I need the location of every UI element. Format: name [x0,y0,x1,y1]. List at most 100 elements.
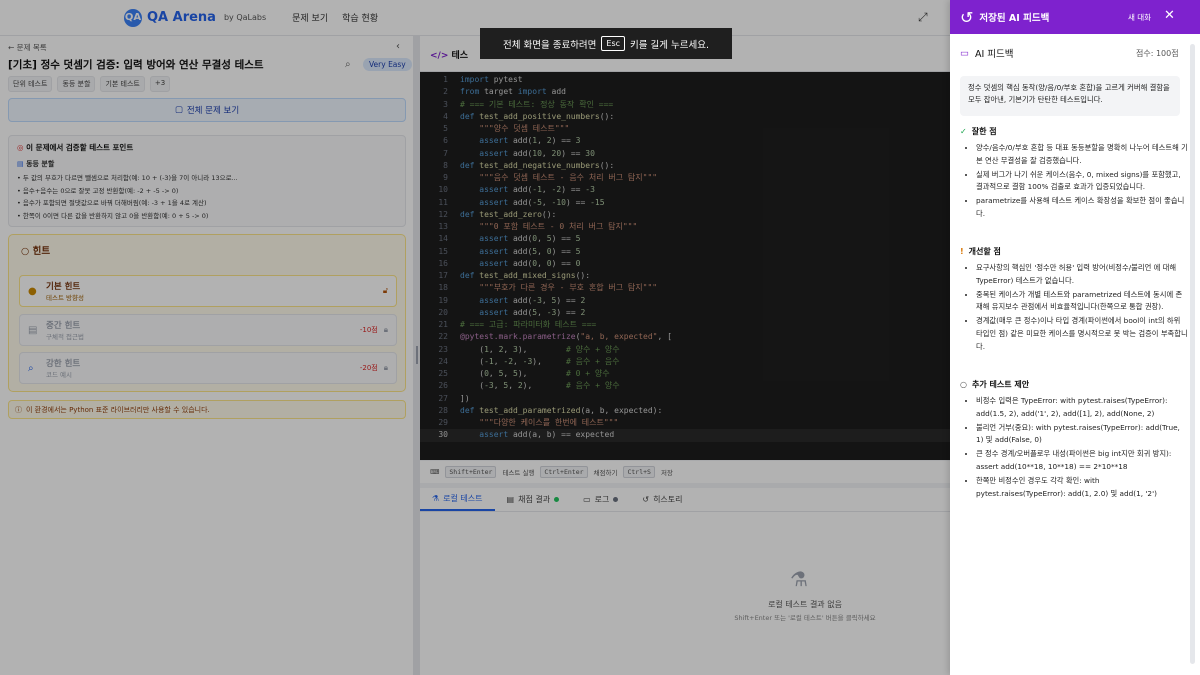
feedback-scrollbar[interactable] [1190,44,1195,664]
code-line[interactable]: 7 assert add(10, 20) == 30 [420,148,950,160]
nav-progress[interactable]: 학습 현황 [342,11,378,24]
code-text: # === 고급: 파라미터화 테스트 === [460,320,597,329]
notice-text: 이 환경에서는 Python 표준 라이브러리만 사용할 수 있습니다. [26,405,210,414]
hint-basic[interactable]: ● 기본 힌트 테스트 방향성 🔓︎ [19,275,397,307]
new-chat-button[interactable]: 새 대화 [1128,12,1151,23]
code-line[interactable]: 8 def test_add_negative_numbers(): [420,160,950,172]
empty-title: 로컬 테스트 결과 없음 [768,600,842,609]
section-title-text: 개선할 점 [968,247,1001,256]
test-points-title: ◎ 이 문제에서 검증할 테스트 포인트 [17,142,397,153]
code-text: """음수 덧셈 테스트 - 음수 처리 버그 탐지""" [460,173,658,182]
code-line[interactable]: 23 (1, 2, 3), # 양수 + 양수 [420,344,950,356]
hint-medium[interactable]: ▤ 중간 힌트 구체적 접근법 -10점 🔒︎ [19,314,397,346]
code-text: (-3, 5, 2), # 음수 + 양수 [460,381,620,391]
code-line[interactable]: 30 assert add(a, b) == expected [420,429,950,442]
keyboard-icon: ⌨ [430,468,440,476]
shortcut-label: 테스트 실행 [502,469,535,477]
fullscreen-icon[interactable]: ⤢ [918,10,928,25]
hint-cost: -10점 [359,326,378,334]
code-text: """부호가 다른 경우 - 부호 혼합 버그 탐지""" [460,283,658,293]
line-number: 29 [438,418,448,427]
code-line[interactable]: 5 """양수 덧셈 테스트""" [420,123,950,135]
code-text: def test_add_negative_numbers(): [460,160,615,170]
code-line[interactable]: 20 assert add(5, -3) == 2 [420,307,950,319]
code-line[interactable]: 10 assert add(-1, -2) == -3 [420,184,950,196]
code-line[interactable]: 3 # === 기본 테스트: 정상 동작 확인 === [420,99,950,111]
code-line[interactable]: 6 assert add(1, 2) == 3 [420,135,950,147]
ai-feedback-panel: ↺ 저장된 AI 피드백 새 대화 ✕ ▭ AI 피드백 점수: 100점 정수 … [950,0,1200,675]
tab-label: 채점 결과 [518,495,551,504]
nav-problems[interactable]: 문제 보기 [292,11,328,24]
code-line[interactable]: 13 """0 포함 테스트 - 0 처리 버그 탐지""" [420,221,950,233]
extra-title: ○ 추가 테스트 제안 [960,379,1188,390]
code-line[interactable]: 21 # === 고급: 파라미터화 테스트 === [420,319,950,331]
back-to-list-link[interactable]: ← 문제 목록 [8,42,47,53]
feedback-summary: 정수 덧셈의 핵심 동작(양/음/0/부호 혼합)을 고르게 커버해 결함을 모… [960,76,1180,116]
code-line[interactable]: 26 (-3, 5, 2), # 음수 + 양수 [420,380,950,392]
editor-title: </> 테스 [430,48,468,61]
logo[interactable]: QA QA Arena by QaLabs [124,8,266,27]
line-number: 7 [443,148,448,158]
local-test-panel: ⚗ 로컬 테스트 결과 없음 Shift+Enter 또는 '로컬 테스트' 버… [420,512,950,675]
code-text: assert add(1, 2) == 3 [479,136,581,146]
code-editor[interactable]: 1 import pytest 2 from target import add 3 # … [420,72,950,460]
code-line[interactable]: 17 def test_add_mixed_signs(): [420,270,950,282]
hint-cost: -20점 [359,364,378,372]
code-line[interactable]: 11 assert add(-5, -10) == -15 [420,197,950,209]
tab-local-test[interactable]: ⚗ 로컬 테스트 [420,488,495,511]
code-line[interactable]: 12 def test_add_zero(): [420,209,950,221]
code-icon: </> [430,51,449,61]
problem-panel: ← 문제 목록 ‹ [기초] 정수 덧셈기 검증: 입력 방어와 연산 무결성 … [0,36,414,675]
code-text: ]) [460,393,470,403]
tab-log[interactable]: ▭ 로그 [571,488,630,511]
test-points-category: ▤ 동등 분할 [17,159,397,169]
code-line[interactable]: 9 """음수 덧셈 테스트 - 음수 처리 버그 탐지""" [420,172,950,184]
code-text: assert add(-3, 5) == 2 [479,295,586,305]
code-line[interactable]: 14 assert add(0, 5) == 5 [420,233,950,245]
lightbulb-icon: ● [28,285,37,297]
lock-icon: 🔒︎ [383,363,388,372]
code-line[interactable]: 25 (0, 5, 5), # 0 + 양수 [420,368,950,380]
document-icon: ▤ [506,495,515,504]
list-item: 양수/음수/0/부호 혼합 등 대표 동등분할을 명확히 나누어 테스트해 기본… [976,142,1188,167]
code-line[interactable]: 1 import pytest [420,74,950,86]
code-text: (0, 5, 5), # 0 + 양수 [460,369,610,378]
search-icon[interactable]: ⌕ [345,59,351,70]
code-line[interactable]: 2 from target import add [420,86,950,98]
hint-strong[interactable]: ⌕ 강한 힌트 코드 예시 -20점 🔒︎ [19,352,397,384]
test-points-category-text: 동등 분할 [26,160,55,168]
code-line[interactable]: 16 assert add(0, 0) == 0 [420,258,950,270]
list-item: 요구사항의 핵심인 '정수만 허용' 입력 방어(비정수/불리언 에 대해 Ty… [976,262,1188,287]
tab-grading-result[interactable]: ▤ 채점 결과 [495,488,572,511]
code-line[interactable]: 27]) [420,393,950,405]
flask-icon: ⚗ [432,494,440,503]
code-line[interactable]: 24 (-1, -2, -3), # 음수 + 음수 [420,356,950,368]
tab-history[interactable]: ↺ 히스토리 [630,488,694,511]
shortcut-key: Ctrl+S [623,466,655,478]
hints-title-text: 힌트 [32,246,51,257]
code-line[interactable]: 19 assert add(-3, 5) == 2 [420,295,950,307]
code-line[interactable]: 4 def test_add_positive_numbers(): [420,111,950,123]
line-number: 13 [438,222,448,231]
line-number: 5 [443,124,448,133]
code-line[interactable]: 29 """다양한 케이스를 한번에 테스트""" [420,417,950,429]
code-line[interactable]: 15 assert add(5, 0) == 5 [420,246,950,258]
code-line[interactable]: 22 @pytest.mark.parametrize("a, b, expect… [420,331,950,343]
list-item: • 한쪽이 0이면 다른 값을 반환하지 않고 0을 반환함(예: 0 + 5 … [17,211,209,220]
list-item: 비정수 입력은 TypeError: with pytest.raises(Ty… [976,395,1188,420]
code-text: """다양한 케이스를 한번에 테스트""" [460,418,619,427]
section-title-text: 추가 테스트 제안 [971,380,1030,389]
code-text: def test_add_parametrized(a, b, expected… [460,405,663,415]
code-line[interactable]: 28 def test_add_parametrized(a, b, expect… [420,405,950,417]
tag-more[interactable]: +3 [149,76,171,92]
hint-desc: 코드 예시 [46,371,72,379]
feedback-header-title: 저장된 AI 피드백 [979,13,1050,24]
collapse-icon[interactable]: ‹ [396,41,400,52]
splitter-grip[interactable] [416,346,418,364]
tag: 기본 테스트 [100,76,145,92]
view-full-problem-button[interactable]: ▢ 전체 문제 보기 [8,98,406,122]
line-number: 8 [443,160,448,170]
code-text: def test_add_mixed_signs(): [460,271,591,280]
close-icon[interactable]: ✕ [1164,8,1175,23]
code-line[interactable]: 18 """부호가 다른 경우 - 부호 혼합 버그 탐지""" [420,282,950,294]
